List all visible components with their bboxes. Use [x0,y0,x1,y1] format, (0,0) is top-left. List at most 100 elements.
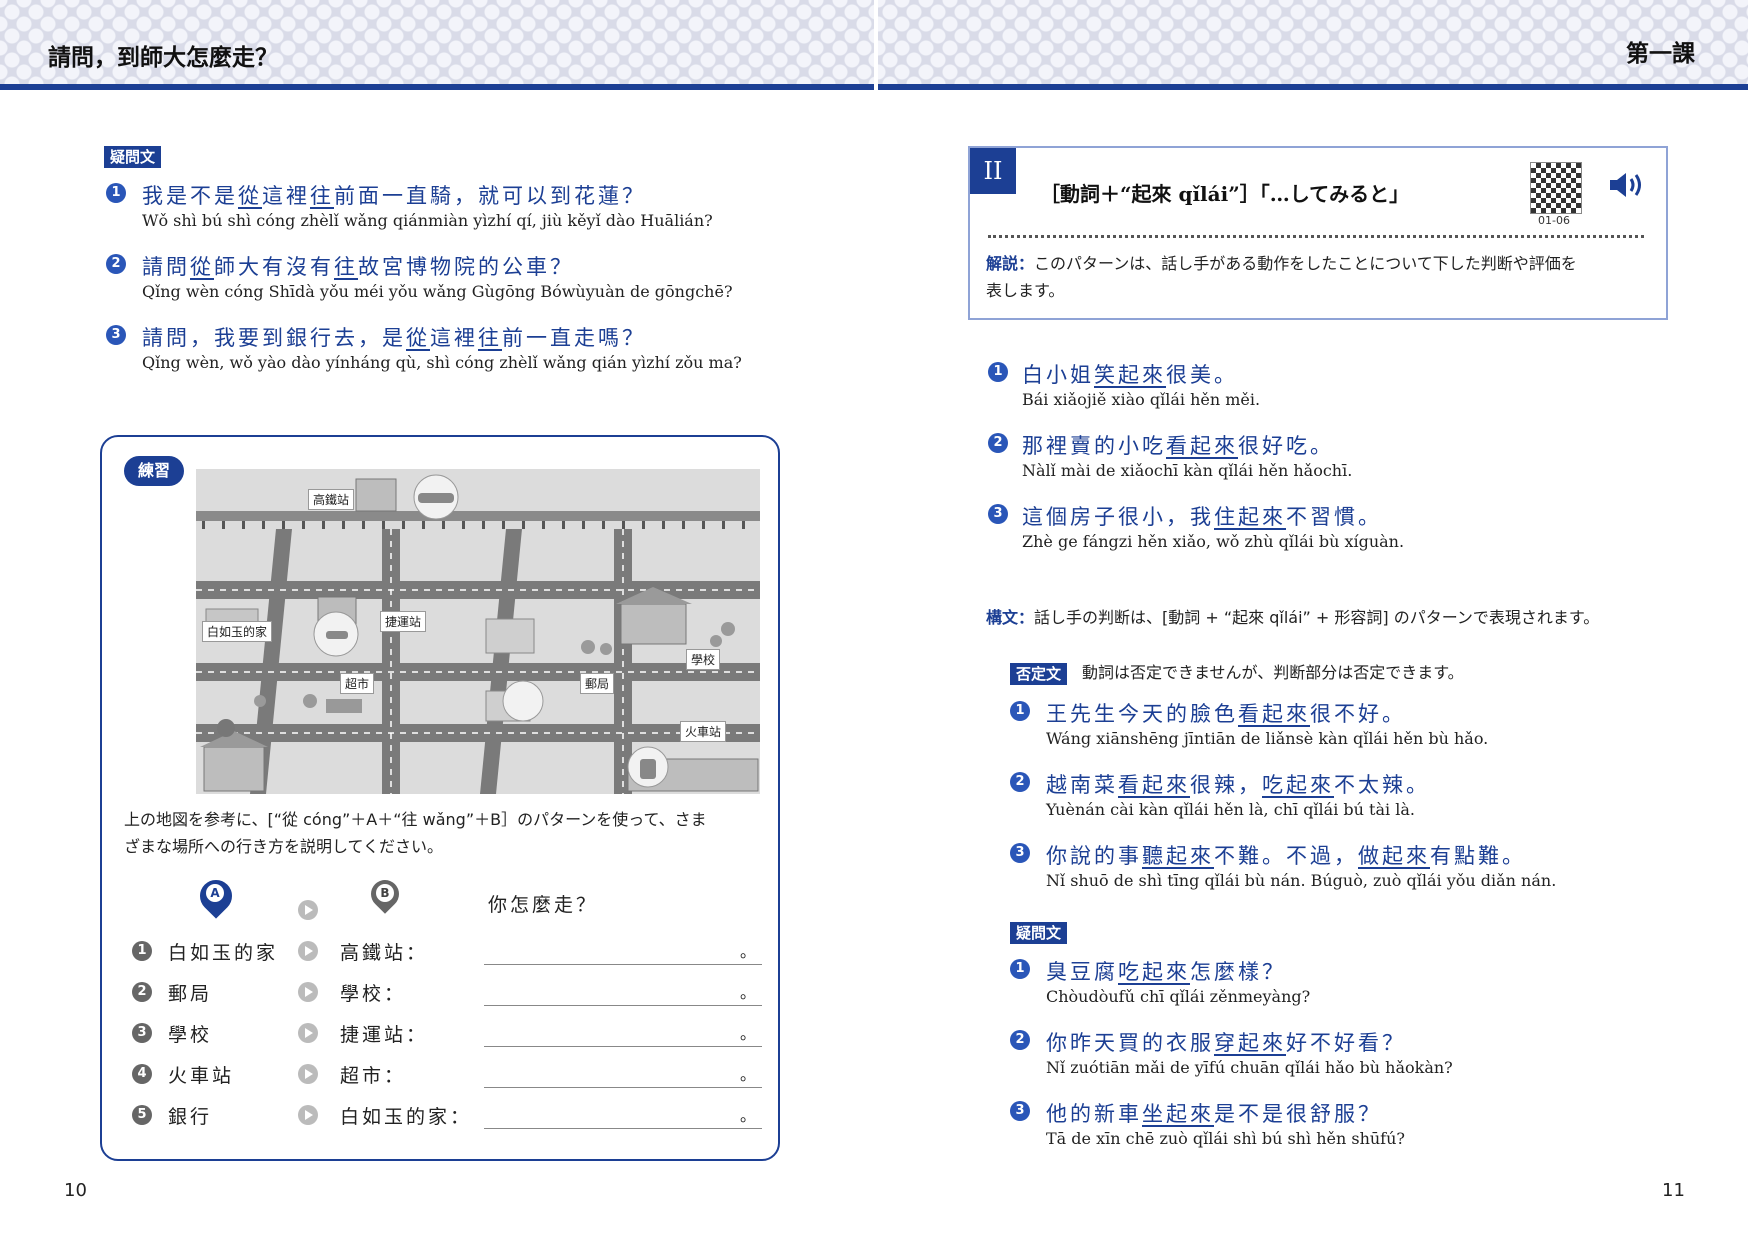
row-from: 學校 [168,1024,213,1046]
answer-line[interactable] [484,964,762,965]
qr-code-icon [1530,162,1582,214]
arrow-right-icon [298,1064,318,1084]
explanation-1: 解説：このパターンは、話し手がある動作をしたことについて下した判断や評価を [986,254,1577,273]
number-badge: 2 [106,254,126,274]
example-text: 他的新車坐起來是不是很舒服？ [1046,1102,1382,1126]
arrow-right-icon [298,900,318,920]
row-from: 白如玉的家 [168,942,279,964]
pinyin: Tā de xīn chē zuò qǐlái shì bú shì hěn s… [1046,1129,1405,1148]
answer-line[interactable] [484,1005,762,1006]
pinyin: Yuènán cài kàn qǐlái hěn là, chī qǐlái b… [1046,800,1415,819]
negative-tag: 否定文 [1010,663,1068,685]
row-to: 學校： [340,983,407,1005]
row-end: 。 [740,942,760,961]
question-tag: 疑問文 [104,146,162,168]
header-band-right [878,0,1748,88]
explanation-2: 表します。 [986,281,1065,300]
pinyin: Chòudòufǔ chī qǐlái zěnmeyàng? [1046,987,1311,1006]
pin-a-label: A [206,884,224,902]
row-end: 。 [740,983,760,1002]
structure-label: 構文： [986,608,1035,627]
arrow-right-icon [298,1105,318,1125]
map-label-train: 火車站 [680,721,727,742]
map-label-market: 超市 [340,673,375,694]
map-label-school: 學校 [686,649,721,670]
pinyin: Wǒ shì bú shì cóng zhèlǐ wǎng qiánmiàn y… [142,211,713,230]
answer-line[interactable] [484,1128,762,1129]
number-badge: 1 [132,941,152,961]
number-badge: 2 [1010,772,1030,792]
practice-tag: 練習 [124,456,184,486]
pinyin: Nǐ shuō de shì tīng qǐlái bù nán. Búguò,… [1046,871,1557,890]
question-tag-right: 疑問文 [1010,922,1068,944]
row-to: 高鐵站： [340,942,429,964]
example-text: 臭豆腐吃起來怎麼樣？ [1046,960,1286,984]
speaker-icon[interactable] [1608,170,1648,200]
row-end: 。 [740,1065,760,1084]
row-to: 捷運站： [340,1024,429,1046]
question-text: 我是不是從這裡往前面一直騎，就可以到花蓮？ [142,184,646,208]
question-text: 請問，我要到銀行去，是從這裡往前一直走嗎？ [142,326,646,350]
question-text: 請問從師大有沒有往故宮博物院的公車？ [142,255,574,279]
lesson-title: 請問，到師大怎麼走？ [48,45,278,71]
row-end: 。 [740,1024,760,1043]
lesson-number: 第一課 [1626,41,1695,67]
number-badge: 4 [132,1064,152,1084]
structure-note: 構文：話し手の判断は、[動詞 + “起來 qǐlái” + 形容詞] のパターン… [986,608,1600,627]
pin-b-label: B [376,884,394,902]
pinyin: Nàlǐ mài de xiǎochī kàn qǐlái hěn hǎochī… [1022,461,1353,480]
number-badge: 3 [132,1023,152,1043]
number-badge: 3 [988,504,1008,524]
page-number-right: 11 [1662,1180,1685,1201]
arrow-right-icon [298,982,318,1002]
number-badge: 1 [106,183,126,203]
arrow-right-icon [298,1023,318,1043]
pattern-title: ［動詞＋“起來 qǐlái”］「…してみると」 [1040,182,1410,206]
map-label-mrt: 捷運站 [380,611,427,632]
arrow-right-icon [298,941,318,961]
example-text: 你說的事聽起來不難。不過，做起來有點難。 [1046,844,1526,868]
example-text: 白小姐笑起來很美。 [1022,363,1238,387]
row-end: 。 [740,1106,760,1125]
answer-line[interactable] [484,1087,762,1088]
number-badge: 1 [988,362,1008,382]
pattern-number: II [970,148,1016,194]
number-badge: 1 [1010,959,1030,979]
example-text: 這個房子很小，我住起來不習慣。 [1022,505,1382,529]
example-text: 王先生今天的臉色看起來很不好。 [1046,702,1406,726]
audio-code: 01-06 [1538,214,1570,227]
row-from: 銀行 [168,1106,213,1128]
number-badge: 2 [132,982,152,1002]
pinyin: Zhè ge fángzi hěn xiǎo, wǒ zhù qǐlái bù … [1022,532,1405,551]
number-badge: 3 [1010,843,1030,863]
row-to: 白如玉的家： [340,1106,473,1128]
example-text: 你昨天買的衣服穿起來好不好看？ [1046,1031,1406,1055]
practice-question: 你怎麼走？ [488,894,599,916]
page-number-left: 10 [64,1180,87,1201]
negative-note: 動詞は否定できませんが、判断部分は否定できます。 [1082,663,1464,682]
pinyin: Bái xiǎojiě xiào qǐlái hěn měi. [1022,390,1261,409]
pinyin: Nǐ zuótiān mǎi de yīfú chuān qǐlái hǎo b… [1046,1058,1453,1077]
example-text: 越南菜看起來很辣，吃起來不太辣。 [1046,773,1430,797]
dotted-divider [988,235,1644,238]
map-label-hsr: 高鐵站 [308,489,355,510]
row-from: 火車站 [168,1065,235,1087]
answer-line[interactable] [484,1046,762,1047]
number-badge: 1 [1010,701,1030,721]
pinyin: Qǐng wèn cóng Shīdà yǒu méi yǒu wǎng Gùg… [142,282,733,301]
map-label-home: 白如玉的家 [202,621,273,642]
pinyin: Qǐng wèn, wǒ yào dào yínháng qù, shì cón… [142,353,742,372]
practice-instruction-2: ざまな場所への行き方を説明してください。 [124,837,444,856]
number-badge: 3 [1010,1101,1030,1121]
row-to: 超市： [340,1065,407,1087]
pinyin: Wáng xiānshēng jīntiān de liǎnsè kàn qǐl… [1046,729,1489,748]
number-badge: 3 [106,325,126,345]
header-rule-right [878,84,1748,90]
practice-instruction-1: 上の地図を参考に、[“從 cóng”＋A＋“往 wǎng”＋B］のパターンを使っ… [124,810,707,829]
number-badge: 2 [1010,1030,1030,1050]
city-map: 高鐵站 白如玉的家 捷運站 學校 超市 郵局 火車站 [196,469,760,794]
number-badge: 5 [132,1105,152,1125]
explanation-label: 解説： [986,254,1035,273]
number-badge: 2 [988,433,1008,453]
map-label-post: 郵局 [580,673,615,694]
